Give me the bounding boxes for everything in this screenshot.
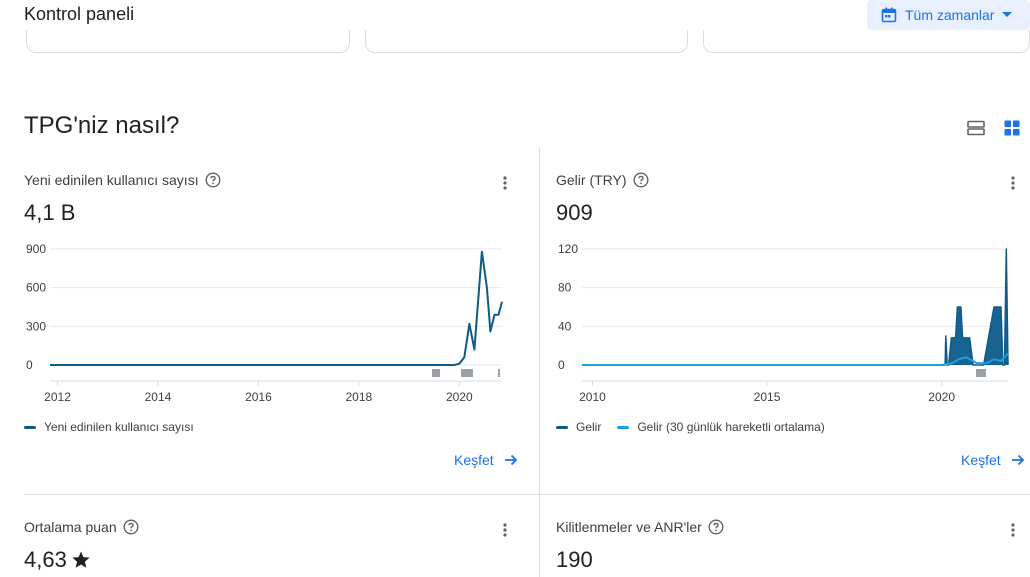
help-icon[interactable] xyxy=(633,172,649,188)
x-tick-label: 2018 xyxy=(346,390,373,404)
crashes-anrs-title-text: Kilitlenmeler ve ANR'ler xyxy=(556,519,702,535)
annotation-marker xyxy=(498,369,500,377)
x-tick-label: 2020 xyxy=(928,390,955,404)
calendar-icon xyxy=(881,7,897,23)
legend-label: Yeni edinilen kullanıcı sayısı xyxy=(44,420,194,434)
x-tick-label: 2010 xyxy=(579,390,606,404)
new-users-title-text: Yeni edinilen kullanıcı sayısı xyxy=(24,172,199,188)
explore-link-new-users[interactable]: Keşfet xyxy=(454,452,518,468)
revenue-chart: 0 40 80 120 2010 2015 2020 xyxy=(558,242,1009,404)
grid-view-icon xyxy=(1004,120,1020,136)
x-tick-label: 2014 xyxy=(145,390,172,404)
date-range-button[interactable]: Tüm zamanlar xyxy=(867,0,1030,30)
x-tick-label: 2015 xyxy=(754,390,781,404)
annotation-marker xyxy=(432,369,440,377)
y-tick-label: 900 xyxy=(26,242,46,256)
date-range-label: Tüm zamanlar xyxy=(905,7,995,23)
legend-swatch xyxy=(556,425,568,429)
legend-item: Gelir (30 günlük hareketli ortalama) xyxy=(617,420,825,434)
help-icon[interactable] xyxy=(205,172,221,188)
y-tick-label: 0 xyxy=(558,358,565,372)
new-users-value: 4,1 B xyxy=(24,200,76,225)
y-tick-label: 0 xyxy=(26,358,33,372)
grid-view-toggle[interactable] xyxy=(1002,118,1022,138)
y-tick-label: 600 xyxy=(26,281,46,295)
summary-card-2[interactable] xyxy=(365,30,688,53)
explore-label: Keşfet xyxy=(454,452,494,468)
revenue-value: 909 xyxy=(556,200,593,225)
star-icon xyxy=(71,550,91,570)
help-icon[interactable] xyxy=(708,519,724,535)
average-rating-title: Ortalama puan xyxy=(24,519,139,535)
more-options-icon[interactable] xyxy=(497,173,513,193)
average-rating-number: 4,63 xyxy=(24,547,67,572)
crashes-anrs-title: Kilitlenmeler ve ANR'ler xyxy=(556,519,724,535)
explore-label: Keşfet xyxy=(961,452,1001,468)
y-tick-label: 300 xyxy=(26,319,46,333)
more-options-icon[interactable] xyxy=(1005,173,1021,193)
series-line-0 xyxy=(582,248,1009,366)
x-tick-label: 2020 xyxy=(446,390,473,404)
arrow-right-icon xyxy=(504,454,518,466)
new-users-chart: 0 300 600 900 2012 2014 2016 2018 2020 xyxy=(26,242,503,404)
crashes-anrs-value: 190 xyxy=(556,547,593,572)
revenue-title: Gelir (TRY) xyxy=(556,172,649,188)
revenue-legend: Gelir Gelir (30 günlük hareketli ortalam… xyxy=(556,420,841,434)
annotation-marker xyxy=(461,369,473,377)
new-users-title: Yeni edinilen kullanıcı sayısı xyxy=(24,172,221,188)
average-rating-value: 4,63 xyxy=(24,547,91,573)
new-users-legend: Yeni edinilen kullanıcı sayısı xyxy=(24,420,210,434)
summary-card-1[interactable] xyxy=(26,30,350,53)
annotation-marker xyxy=(976,369,986,377)
section-title: TPG'niz nasıl? xyxy=(24,112,180,139)
list-view-toggle[interactable] xyxy=(966,118,986,138)
more-options-icon[interactable] xyxy=(497,520,513,540)
caret-down-icon xyxy=(1002,12,1013,18)
legend-label: Gelir xyxy=(576,420,602,434)
series-line-1 xyxy=(582,352,1009,366)
average-rating-title-text: Ortalama puan xyxy=(24,519,117,535)
x-tick-label: 2016 xyxy=(245,390,272,404)
series-line-0 xyxy=(50,250,503,366)
legend-item: Gelir xyxy=(556,420,601,434)
x-tick-label: 2012 xyxy=(44,390,71,404)
summary-card-3[interactable] xyxy=(703,30,1030,53)
card-divider-vertical xyxy=(539,148,540,577)
arrow-right-icon xyxy=(1011,454,1025,466)
revenue-title-text: Gelir (TRY) xyxy=(556,172,627,188)
legend-swatch xyxy=(617,425,630,429)
legend-swatch xyxy=(24,425,36,429)
list-view-icon xyxy=(967,120,985,136)
page-title: Kontrol paneli xyxy=(24,4,135,24)
more-options-icon[interactable] xyxy=(1005,520,1021,540)
explore-link-revenue[interactable]: Keşfet xyxy=(961,452,1025,468)
series-area-gelir xyxy=(582,249,1008,365)
help-icon[interactable] xyxy=(123,519,139,535)
y-tick-label: 80 xyxy=(558,281,572,295)
card-divider-horizontal xyxy=(24,494,1030,495)
y-tick-label: 40 xyxy=(558,319,572,333)
legend-label: Gelir (30 günlük hareketli ortalama) xyxy=(637,420,825,434)
legend-item: Yeni edinilen kullanıcı sayısı xyxy=(24,420,194,434)
y-tick-label: 120 xyxy=(558,242,578,256)
